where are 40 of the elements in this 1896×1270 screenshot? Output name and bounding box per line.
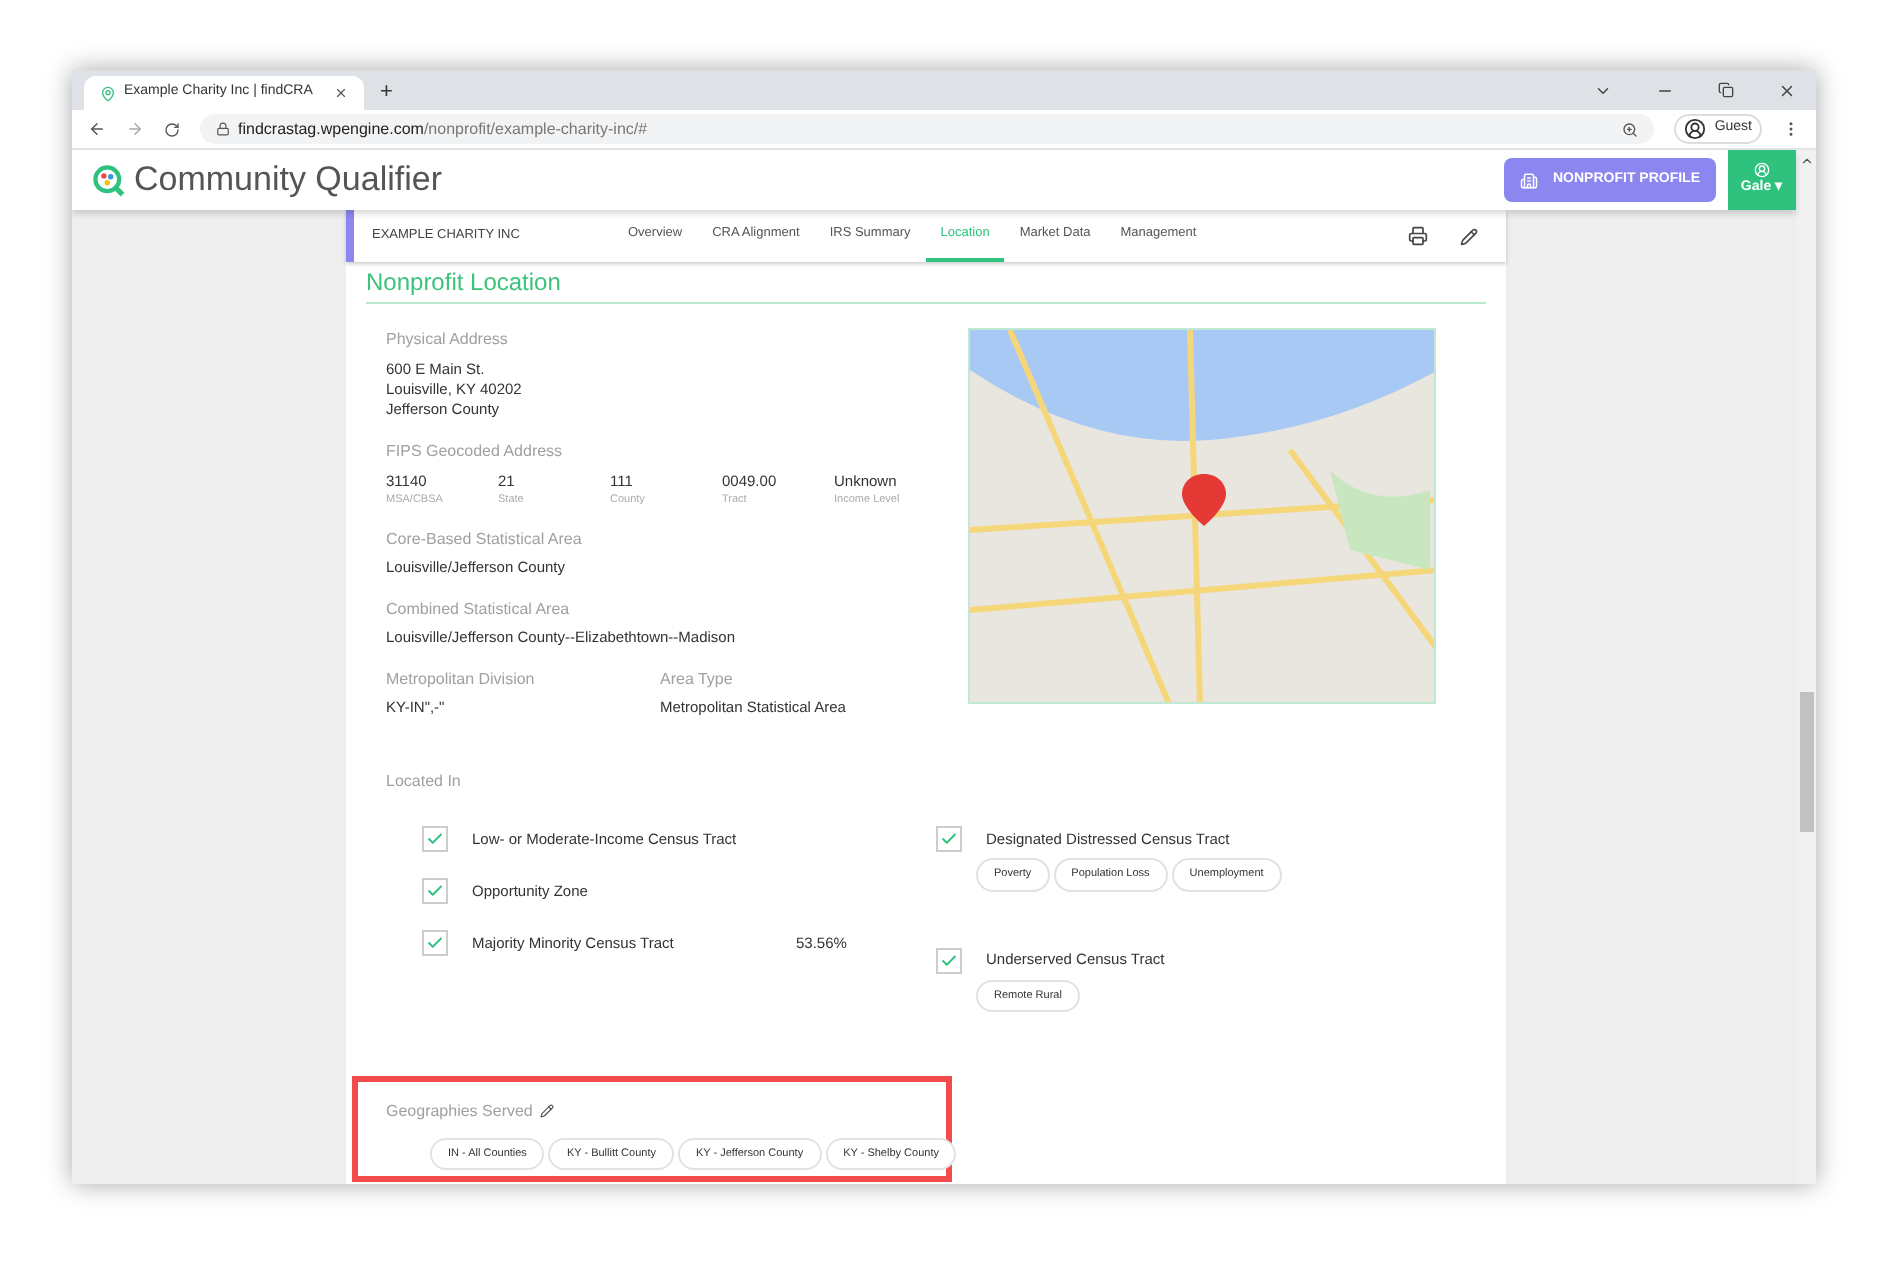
check-icon: [940, 830, 958, 849]
checkbox[interactable]: [936, 826, 962, 853]
print-icon[interactable]: [1408, 226, 1428, 246]
field-label: Geographies Served: [386, 1099, 533, 1124]
pencil-icon[interactable]: [540, 1104, 555, 1119]
user-icon: [1754, 161, 1770, 178]
checkbox[interactable]: [422, 878, 448, 905]
brand-name: Community Qualifier: [134, 158, 442, 203]
check-icon: [940, 951, 958, 969]
map-pin-icon: [100, 85, 116, 101]
field-label: Core-Based Statistical Area: [386, 528, 582, 553]
field-label: Area Type: [660, 668, 733, 693]
checkbox[interactable]: [422, 930, 448, 957]
check-icon: [426, 882, 444, 901]
url-text: findcrastag.wpengine.com/nonprofit/example-charity-inc/#: [238, 117, 648, 141]
address-field[interactable]: findcrastag.wpengine.com/nonprofit/example-charity-inc/#: [200, 114, 1655, 144]
field-label: Metropolitan Division: [386, 668, 535, 693]
building-icon: [1519, 171, 1537, 189]
checkbox[interactable]: [936, 947, 962, 973]
check-icon: [426, 934, 444, 953]
logo-icon: [92, 163, 126, 197]
scroll-up-icon[interactable]: [1799, 154, 1813, 168]
lock-icon: [216, 122, 230, 136]
field-label: Located In: [386, 770, 461, 795]
pencil-icon[interactable]: [1460, 227, 1478, 245]
checkbox[interactable]: [422, 826, 448, 853]
scrollbar-thumb[interactable]: [1799, 692, 1813, 832]
back-arrow-icon[interactable]: [88, 120, 106, 138]
section-title: Nonprofit Location: [366, 262, 1486, 304]
close-icon[interactable]: [1778, 81, 1796, 99]
check-icon: [426, 830, 444, 849]
field-label: FIPS Geocoded Address: [386, 440, 563, 464]
restore-icon[interactable]: [1718, 82, 1734, 98]
avatar-icon: [1684, 118, 1707, 140]
field-label: Combined Statistical Area: [386, 598, 570, 623]
field-label: Physical Address: [386, 328, 508, 352]
new-tab-button[interactable]: +: [364, 76, 409, 110]
zoom-icon[interactable]: [1622, 121, 1639, 137]
close-icon[interactable]: [334, 86, 348, 100]
reload-icon[interactable]: [164, 121, 180, 137]
